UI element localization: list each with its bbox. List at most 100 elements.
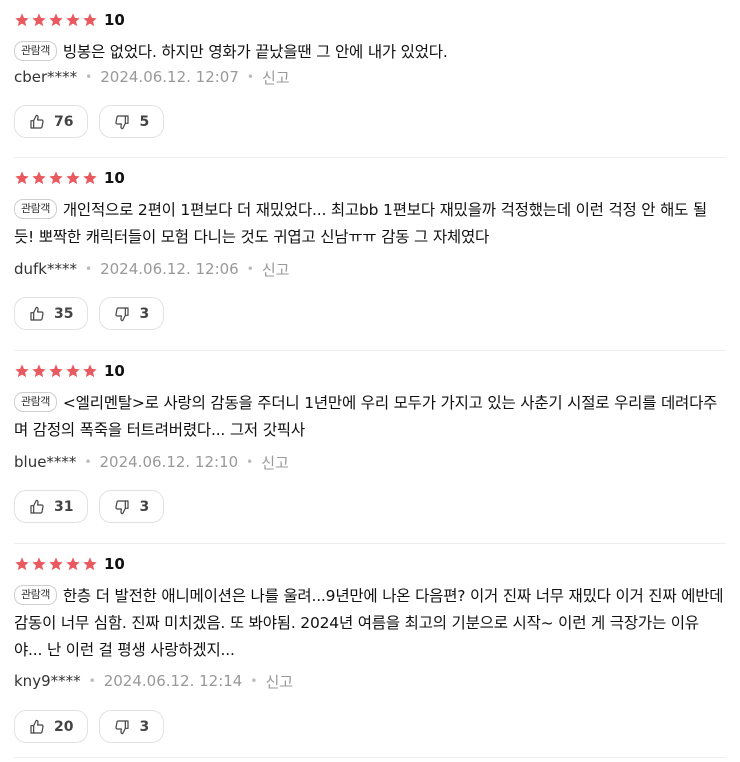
vote-buttons: 76 5: [14, 105, 165, 138]
review-text: 빙봉은 없었다. 하지만 영화가 끝났을땐 그 안에 내가 있었다.: [62, 43, 448, 61]
vote-buttons: 20 3: [14, 710, 165, 743]
star-icon: [15, 171, 29, 185]
review-date: 2024.06.12. 12:10: [99, 453, 239, 471]
report-link[interactable]: 신고: [261, 452, 289, 473]
rating-score: 10: [104, 11, 125, 29]
thumbs-up-icon: [30, 114, 44, 129]
review-body: 관람객 개인적으로 2편이 1편보다 더 재밌었다... 최고bb 1편보다 재밌…: [14, 197, 726, 251]
vote-buttons: 35 3: [14, 297, 165, 330]
rating-row: 10: [14, 168, 125, 188]
dislike-count: 3: [139, 718, 150, 735]
username: cber****: [14, 68, 78, 86]
review-date: 2024.06.12. 12:06: [100, 260, 239, 278]
review-meta: kny9**** • 2024.06.12. 12:14 • 신고: [14, 671, 293, 691]
thumbs-down-icon: [115, 114, 130, 129]
dislike-count: 3: [139, 305, 150, 322]
rating-row: 10: [14, 361, 125, 381]
rating-score: 10: [104, 362, 125, 380]
star-rating: [14, 363, 98, 379]
like-count: 35: [54, 305, 74, 322]
thumbs-down-icon: [115, 306, 130, 321]
review-body: 관람객 빙봉은 없었다. 하지만 영화가 끝났을땐 그 안에 내가 있었다.: [14, 39, 726, 66]
review-date: 2024.06.12. 12:14: [103, 672, 243, 690]
vote-buttons: 31 3: [14, 490, 165, 523]
like-button[interactable]: 20: [14, 710, 89, 743]
star-icon: [49, 13, 63, 27]
review-text: <엘리멘탈>로 사랑의 감동을 주더니 1년만에 우리 모두가 가지고 있는 사…: [14, 394, 718, 439]
review-body: 관람객 <엘리멘탈>로 사랑의 감동을 주더니 1년만에 우리 모두가 가지고 있…: [14, 390, 726, 444]
review-item: 10 관람객 한층 더 발전한 애니메이션은 나를 울려...9년만에 나온 다음…: [14, 544, 726, 758]
star-icon: [83, 364, 97, 378]
review-item: 10 관람객 개인적으로 2편이 1편보다 더 재밌었다... 최고bb 1편보다…: [14, 158, 726, 351]
thumbs-up-icon: [30, 306, 44, 321]
star-icon: [32, 13, 46, 27]
star-icon: [83, 557, 97, 571]
like-count: 31: [54, 498, 74, 515]
star-icon: [66, 171, 80, 185]
star-icon: [66, 13, 80, 27]
thumbs-down-icon: [115, 719, 130, 734]
review-meta: blue**** • 2024.06.12. 12:10 • 신고: [14, 452, 289, 472]
dislike-button[interactable]: 3: [99, 297, 165, 330]
username: kny9****: [14, 672, 81, 690]
separator-dot: •: [246, 262, 254, 276]
star-icon: [83, 13, 97, 27]
like-button[interactable]: 35: [14, 297, 89, 330]
report-link[interactable]: 신고: [262, 67, 290, 88]
separator-dot: •: [246, 70, 254, 84]
star-icon: [49, 364, 63, 378]
like-count: 20: [54, 718, 74, 735]
viewer-badge: 관람객: [14, 392, 57, 412]
dislike-button[interactable]: 3: [99, 710, 165, 743]
star-icon: [15, 364, 29, 378]
thumbs-up-icon: [30, 499, 44, 514]
username: blue****: [14, 453, 77, 471]
star-rating: [14, 556, 98, 572]
review-body: 관람객 한층 더 발전한 애니메이션은 나를 울려...9년만에 나온 다음편? …: [14, 583, 726, 664]
username: dufk****: [14, 260, 77, 278]
star-icon: [32, 171, 46, 185]
star-rating: [14, 12, 98, 28]
separator-dot: •: [84, 455, 92, 469]
report-link[interactable]: 신고: [265, 671, 293, 692]
separator-dot: •: [88, 674, 96, 688]
rating-score: 10: [104, 169, 125, 187]
review-meta: dufk**** • 2024.06.12. 12:06 • 신고: [14, 259, 289, 279]
review-date: 2024.06.12. 12:07: [100, 68, 239, 86]
thumbs-up-icon: [30, 719, 44, 734]
thumbs-down-icon: [115, 499, 130, 514]
dislike-button[interactable]: 3: [99, 490, 165, 523]
separator-dot: •: [85, 262, 93, 276]
star-icon: [32, 557, 46, 571]
star-icon: [49, 557, 63, 571]
rating-score: 10: [104, 555, 125, 573]
separator-dot: •: [85, 70, 93, 84]
review-list: 10 관람객 빙봉은 없었다. 하지만 영화가 끝났을땐 그 안에 내가 있었다.…: [0, 0, 740, 758]
viewer-badge: 관람객: [14, 199, 57, 219]
review-text: 개인적으로 2편이 1편보다 더 재밌었다... 최고bb 1편보다 재밌을까 …: [14, 201, 707, 246]
like-button[interactable]: 76: [14, 105, 89, 138]
star-icon: [83, 171, 97, 185]
rating-row: 10: [14, 10, 125, 30]
viewer-badge: 관람객: [14, 41, 57, 61]
star-rating: [14, 170, 98, 186]
dislike-count: 5: [139, 113, 150, 130]
star-icon: [15, 557, 29, 571]
dislike-button[interactable]: 5: [99, 105, 165, 138]
review-item: 10 관람객 빙봉은 없었다. 하지만 영화가 끝났을땐 그 안에 내가 있었다.…: [14, 0, 726, 158]
separator-dot: •: [250, 674, 258, 688]
star-icon: [15, 13, 29, 27]
separator-dot: •: [246, 455, 254, 469]
dislike-count: 3: [139, 498, 150, 515]
star-icon: [66, 364, 80, 378]
review-item: 10 관람객 <엘리멘탈>로 사랑의 감동을 주더니 1년만에 우리 모두가 가지…: [14, 351, 726, 544]
star-icon: [66, 557, 80, 571]
review-text: 한층 더 발전한 애니메이션은 나를 울려...9년만에 나온 다음편? 이거 …: [14, 587, 724, 659]
star-icon: [32, 364, 46, 378]
rating-row: 10: [14, 554, 125, 574]
star-icon: [49, 171, 63, 185]
viewer-badge: 관람객: [14, 585, 57, 605]
review-meta: cber**** • 2024.06.12. 12:07 • 신고: [14, 67, 290, 87]
like-button[interactable]: 31: [14, 490, 89, 523]
report-link[interactable]: 신고: [262, 259, 290, 280]
